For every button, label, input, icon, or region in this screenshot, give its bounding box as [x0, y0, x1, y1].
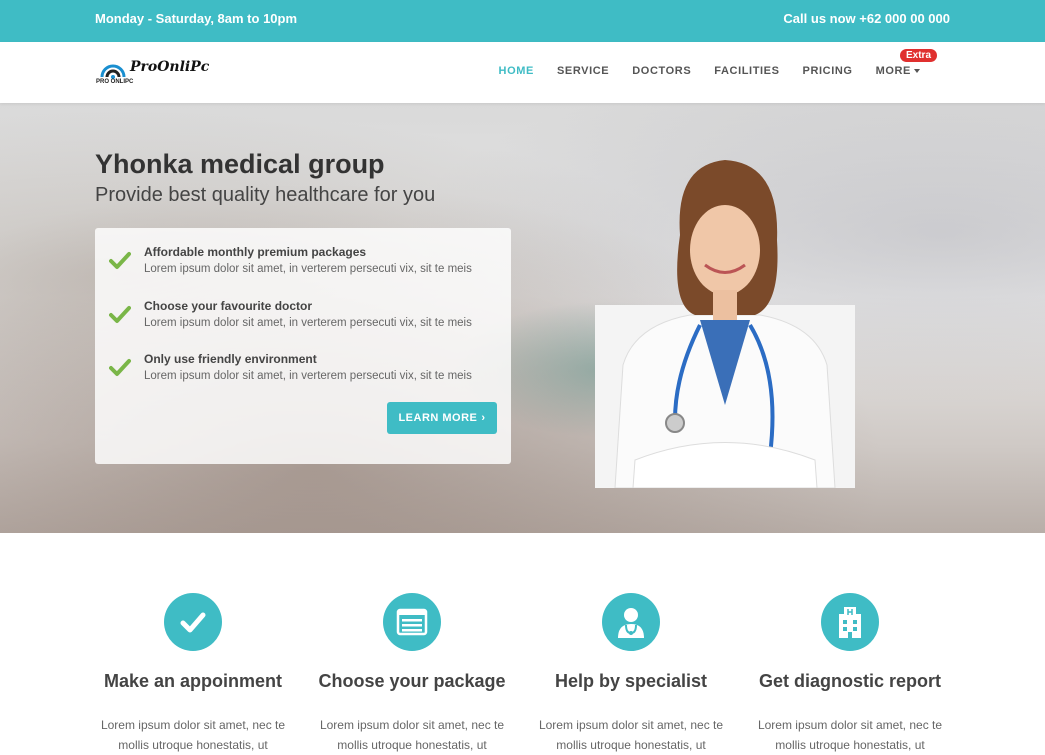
check-icon — [164, 593, 222, 651]
service-text: Lorem ipsum dolor sit amet, nec te mollis… — [100, 718, 286, 752]
nav-more[interactable]: MORE — [876, 65, 920, 77]
service-title: Choose your package — [318, 671, 506, 691]
feature-card: Affordable monthly premium packages Lore… — [95, 228, 511, 464]
call-us[interactable]: Call us now +62 000 00 000 — [783, 11, 950, 26]
service-item: Get diagnostic report Lorem ipsum dolor … — [740, 593, 960, 755]
caret-down-icon — [914, 69, 920, 74]
feature-title: Choose your favourite doctor — [144, 299, 313, 313]
checkmark-icon — [109, 252, 131, 269]
logo-text: ProOnliPc — [130, 59, 210, 75]
nav-home[interactable]: HOME — [499, 65, 534, 77]
service-title: Get diagnostic report — [758, 671, 942, 691]
service-item: Choose your package Lorem ipsum dolor si… — [302, 593, 522, 755]
learn-more-button[interactable]: LEARN MORE › — [387, 402, 497, 434]
list-icon — [383, 593, 441, 651]
feature-desc: Lorem ipsum dolor sit amet, in verterem … — [144, 263, 472, 275]
service-title: Help by specialist — [554, 671, 708, 691]
service-item: Help by specialist Lorem ipsum dolor sit… — [521, 593, 741, 755]
hospital-icon — [821, 593, 879, 651]
service-item: Make an appoinment Lorem ipsum dolor sit… — [83, 593, 303, 755]
nav-pricing[interactable]: PRICING — [803, 65, 853, 77]
chevron-right-icon: › — [481, 412, 486, 424]
doctor-image — [595, 160, 855, 488]
service-text: Lorem ipsum dolor sit amet, nec te mollis… — [319, 718, 505, 752]
feature-desc: Lorem ipsum dolor sit amet, in verterem … — [144, 317, 472, 329]
service-text: Lorem ipsum dolor sit amet, nec te mollis… — [538, 718, 724, 752]
hero-subtitle: Provide best quality healthcare for you — [95, 184, 436, 206]
checkmark-icon — [109, 359, 131, 376]
feature-desc: Lorem ipsum dolor sit amet, in verterem … — [144, 370, 472, 382]
top-bar: Monday - Saturday, 8am to 10pm Call us n… — [0, 0, 1045, 42]
extra-badge: Extra — [900, 49, 938, 62]
nav-facilities[interactable]: FACILITIES — [714, 65, 779, 77]
learn-more-label: LEARN MORE — [398, 412, 478, 424]
service-title: Make an appoinment — [103, 671, 283, 691]
doctor-icon — [602, 593, 660, 651]
hero-section: Yhonka medical group Provide best qualit… — [0, 103, 1045, 533]
nav-doctors[interactable]: DOCTORS — [632, 65, 691, 77]
checkmark-icon — [109, 306, 131, 323]
hero-title: Yhonka medical group — [95, 149, 385, 179]
navbar: ProOnliPc PRO ONLIPC HOME SERVICE DOCTOR… — [0, 42, 1045, 103]
site-logo[interactable]: ProOnliPc PRO ONLIPC — [96, 57, 216, 87]
logo-subtext: PRO ONLIPC — [96, 79, 134, 85]
feature-title: Only use friendly environment — [144, 352, 317, 366]
feature-title: Affordable monthly premium packages — [144, 245, 367, 259]
services-section: Make an appoinment Lorem ipsum dolor sit… — [0, 533, 1045, 755]
service-text: Lorem ipsum dolor sit amet, nec te mollis… — [757, 718, 943, 752]
nav-service[interactable]: SERVICE — [557, 65, 609, 77]
nav-more-label: MORE — [875, 65, 911, 77]
opening-hours: Monday - Saturday, 8am to 10pm — [95, 11, 298, 26]
main-menu: HOME SERVICE DOCTORS FACILITIES PRICING … — [499, 65, 920, 77]
logo-mark-icon — [100, 64, 126, 79]
